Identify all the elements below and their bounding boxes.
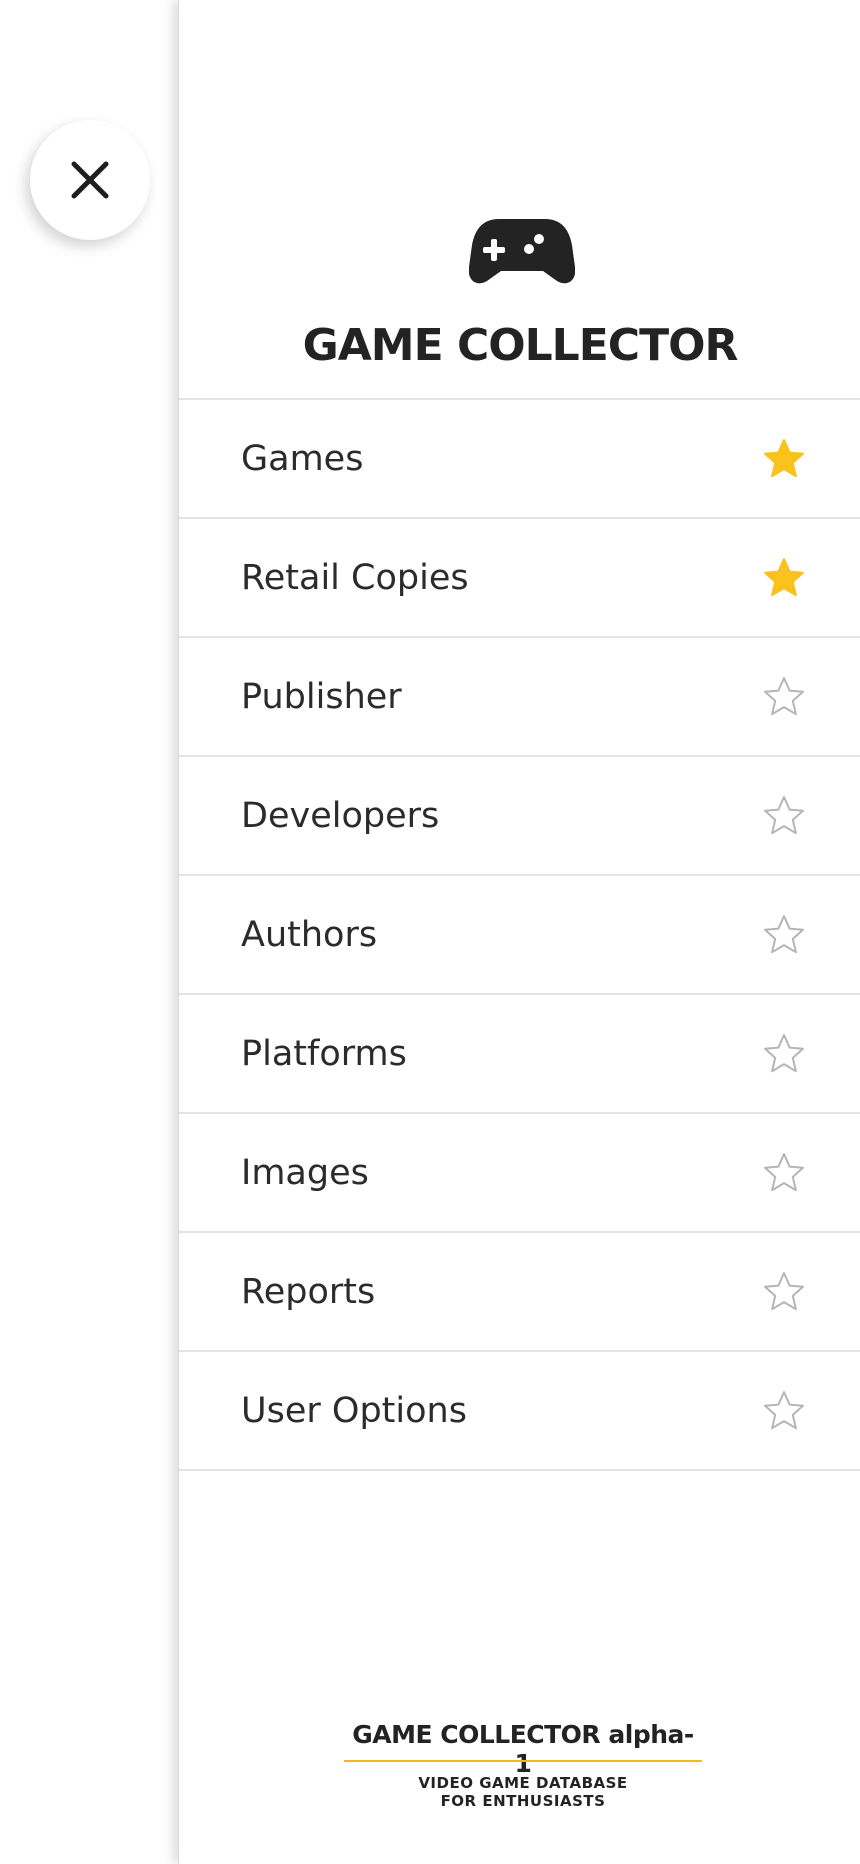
star-outline-icon[interactable]: [762, 1270, 806, 1314]
menu-list: Games Retail Copies Publisher Developers Aut…: [179, 400, 860, 1471]
menu-item-label: User Options: [241, 1390, 467, 1431]
star-outline-icon[interactable]: [762, 675, 806, 719]
close-icon: [71, 161, 109, 199]
navigation-drawer: GAME COLLECTOR Games Retail Copies Publish…: [178, 0, 860, 1864]
footer-title: GAME COLLECTOR alpha-1: [352, 1720, 694, 1778]
menu-item-label: Reports: [241, 1271, 376, 1312]
menu-item-games[interactable]: Games: [179, 400, 860, 519]
menu-item-label: Retail Copies: [241, 557, 469, 598]
star-outline-icon[interactable]: [762, 913, 806, 957]
menu-item-label: Platforms: [241, 1033, 407, 1074]
menu-item-reports[interactable]: Reports: [179, 1233, 860, 1352]
star-outline-icon[interactable]: [762, 1032, 806, 1076]
menu-item-user-options[interactable]: User Options: [179, 1352, 860, 1471]
menu-item-platforms[interactable]: Platforms: [179, 995, 860, 1114]
menu-item-authors[interactable]: Authors: [179, 876, 860, 995]
gamepad-icon: [469, 219, 575, 284]
menu-item-label: Authors: [241, 914, 378, 955]
star-outline-icon[interactable]: [762, 794, 806, 838]
footer-subtitle: VIDEO GAME DATABASE FOR ENTHUSIASTS: [418, 1774, 628, 1810]
menu-item-retail-copies[interactable]: Retail Copies: [179, 519, 860, 638]
brand-header: GAME COLLECTOR: [179, 0, 860, 400]
app-title: GAME COLLECTOR: [302, 320, 739, 371]
menu-item-label: Images: [241, 1152, 369, 1193]
menu-item-label: Publisher: [241, 676, 402, 717]
menu-item-label: Games: [241, 438, 364, 479]
menu-item-images[interactable]: Images: [179, 1114, 860, 1233]
star-outline-icon[interactable]: [762, 1151, 806, 1195]
menu-item-publisher[interactable]: Publisher: [179, 638, 860, 757]
close-button[interactable]: [30, 120, 150, 240]
menu-item-developers[interactable]: Developers: [179, 757, 860, 876]
footer-divider: [344, 1760, 702, 1762]
backdrop[interactable]: [0, 0, 178, 1864]
star-outline-icon[interactable]: [762, 1389, 806, 1433]
menu-item-label: Developers: [241, 795, 440, 836]
star-filled-icon[interactable]: [762, 556, 806, 600]
star-filled-icon[interactable]: [762, 437, 806, 481]
